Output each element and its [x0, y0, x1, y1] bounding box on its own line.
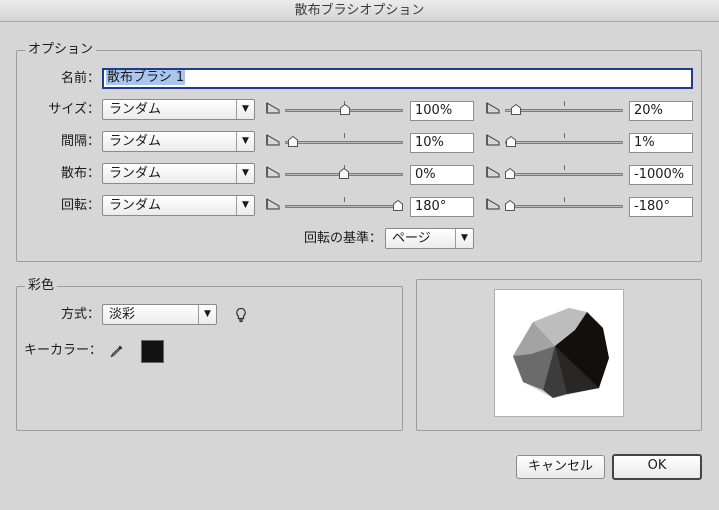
- size-label: サイズ：: [48, 102, 100, 117]
- chevron-down-icon: ▼: [236, 164, 254, 183]
- scatter-method-select[interactable]: ランダム ▼: [102, 163, 255, 184]
- cancel-button[interactable]: キャンセル: [516, 455, 605, 479]
- spacing-method-value: ランダム: [109, 134, 162, 149]
- key-color-label: キーカラー：: [23, 343, 102, 358]
- scatter-min-slider[interactable]: [285, 165, 403, 181]
- rotation-min-field[interactable]: 180°: [410, 197, 474, 217]
- brush-shape-preview: [513, 308, 609, 398]
- name-value: 散布ブラシ 1: [106, 70, 186, 85]
- chevron-down-icon: ▼: [236, 132, 254, 151]
- options-group-label: オプション: [25, 42, 97, 58]
- spacing-min-field[interactable]: 10%: [410, 133, 474, 153]
- rotation-method-select[interactable]: ランダム ▼: [102, 195, 255, 216]
- slider-thumb[interactable]: [506, 136, 516, 147]
- lightbulb-icon[interactable]: [234, 307, 248, 323]
- ok-button[interactable]: OK: [612, 454, 702, 480]
- size-method-select[interactable]: ランダム ▼: [102, 99, 255, 120]
- size-max-slider[interactable]: [505, 101, 623, 117]
- slider-thumb[interactable]: [340, 104, 350, 115]
- slider-thumb[interactable]: [505, 168, 515, 179]
- scatter-max-slider[interactable]: [505, 165, 623, 181]
- max-slider-icon: [486, 166, 500, 178]
- coloring-method-label: 方式：: [60, 307, 100, 322]
- min-slider-icon: [266, 134, 280, 146]
- slider-thumb[interactable]: [511, 104, 521, 115]
- chevron-down-icon: ▼: [455, 229, 473, 248]
- spacing-max-slider[interactable]: [505, 133, 623, 149]
- max-slider-icon: [486, 198, 500, 210]
- coloring-method-select[interactable]: 淡彩 ▼: [102, 304, 217, 325]
- rotation-base-select[interactable]: ページ ▼: [385, 228, 474, 249]
- chevron-down-icon: ▼: [236, 196, 254, 215]
- rotation-base-value: ページ: [392, 231, 431, 246]
- spacing-max-field[interactable]: 1%: [629, 133, 693, 153]
- rotation-max-slider[interactable]: [505, 197, 623, 213]
- slider-thumb[interactable]: [505, 200, 515, 211]
- size-max-field[interactable]: 20%: [629, 101, 693, 121]
- max-slider-icon: [486, 134, 500, 146]
- rotation-method-value: ランダム: [109, 198, 162, 213]
- scatter-method-value: ランダム: [109, 166, 162, 181]
- size-min-field[interactable]: 100%: [410, 101, 474, 121]
- scatter-label: 散布：: [60, 166, 100, 181]
- name-label: 名前：: [60, 71, 100, 86]
- name-field[interactable]: 散布ブラシ 1: [102, 68, 693, 89]
- rotation-min-slider[interactable]: [285, 197, 403, 213]
- max-slider-icon: [486, 102, 500, 114]
- min-slider-icon: [266, 166, 280, 178]
- rotation-label: 回転：: [60, 198, 100, 213]
- spacing-min-slider[interactable]: [285, 133, 403, 149]
- brush-preview: [494, 289, 624, 417]
- spacing-method-select[interactable]: ランダム ▼: [102, 131, 255, 152]
- eyedropper-icon[interactable]: [109, 343, 125, 359]
- min-slider-icon: [266, 198, 280, 210]
- slider-thumb[interactable]: [288, 136, 298, 147]
- min-slider-icon: [266, 102, 280, 114]
- key-color-swatch[interactable]: [141, 340, 164, 363]
- slider-thumb[interactable]: [393, 200, 403, 211]
- rotation-base-label: 回転の基準：: [303, 231, 382, 246]
- scatter-min-field[interactable]: 0%: [410, 165, 474, 185]
- scatter-max-field[interactable]: -1000%: [629, 165, 693, 185]
- rotation-max-field[interactable]: -180°: [629, 197, 693, 217]
- chevron-down-icon: ▼: [198, 305, 216, 324]
- size-method-value: ランダム: [109, 102, 162, 117]
- window-title: 散布ブラシオプション: [0, 0, 719, 22]
- chevron-down-icon: ▼: [236, 100, 254, 119]
- coloring-method-value: 淡彩: [109, 307, 136, 322]
- slider-thumb[interactable]: [339, 168, 349, 179]
- spacing-label: 間隔：: [60, 134, 100, 149]
- size-min-slider[interactable]: [285, 101, 403, 117]
- coloring-group-label: 彩色: [25, 278, 58, 294]
